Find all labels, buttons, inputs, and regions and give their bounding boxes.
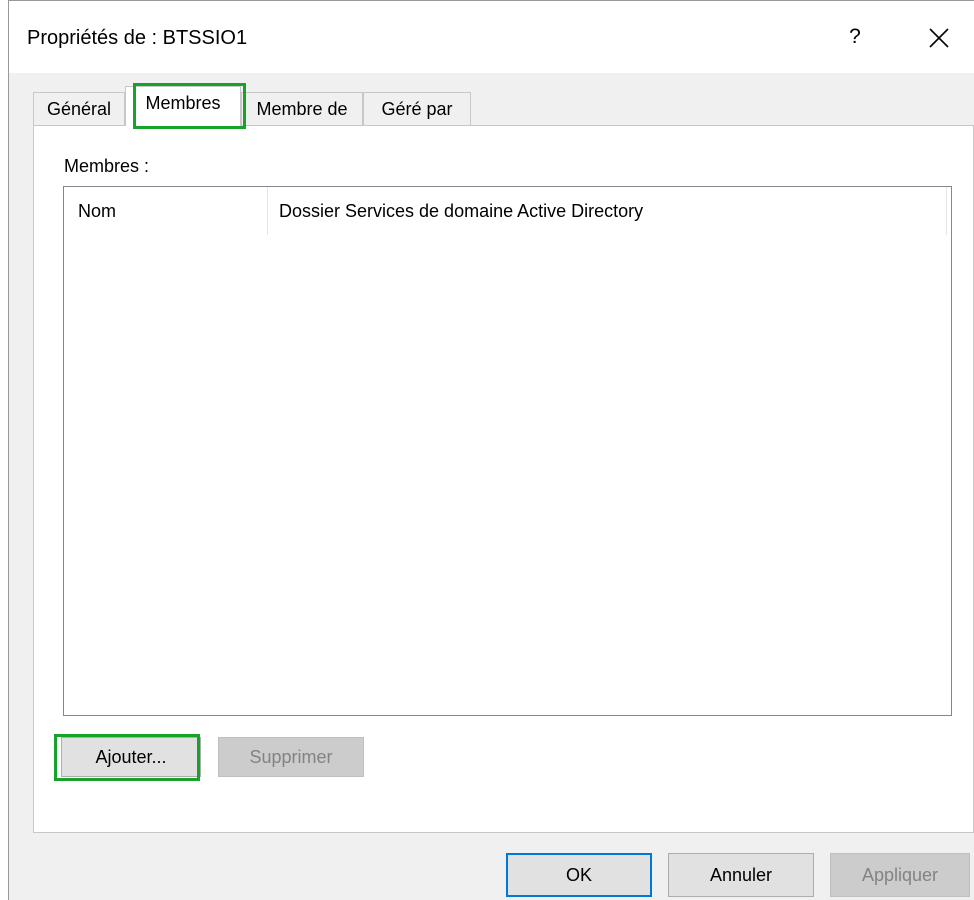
close-button[interactable] (917, 21, 961, 55)
column-header-folder[interactable]: Dossier Services de domaine Active Direc… (279, 187, 939, 235)
tab-managed-by[interactable]: Géré par (363, 92, 471, 126)
members-list[interactable]: Nom Dossier Services de domaine Active D… (63, 186, 952, 716)
title-bar: Propriétés de : BTSSIO1 ? (9, 1, 974, 73)
help-button[interactable]: ? (835, 21, 875, 53)
members-label: Membres : (64, 156, 150, 176)
add-button[interactable]: Ajouter... (61, 737, 201, 777)
apply-button[interactable]: Appliquer (830, 853, 970, 897)
tab-general[interactable]: Général (33, 92, 125, 126)
properties-dialog: Propriétés de : BTSSIO1 ? Général Membre… (8, 0, 974, 900)
remove-button[interactable]: Supprimer (218, 737, 364, 777)
members-tab-panel: Membres : Nom Dossier Services de domain… (33, 125, 974, 833)
window-title: Propriétés de : BTSSIO1 (27, 27, 248, 49)
close-icon (929, 28, 949, 48)
tab-members[interactable]: Membres (125, 86, 241, 126)
ok-button[interactable]: OK (506, 853, 652, 897)
cancel-button[interactable]: Annuler (668, 853, 814, 897)
tab-member-of[interactable]: Membre de (241, 92, 363, 126)
column-separator[interactable] (267, 187, 268, 235)
column-separator[interactable] (946, 187, 947, 235)
column-header-name[interactable]: Nom (78, 187, 268, 235)
